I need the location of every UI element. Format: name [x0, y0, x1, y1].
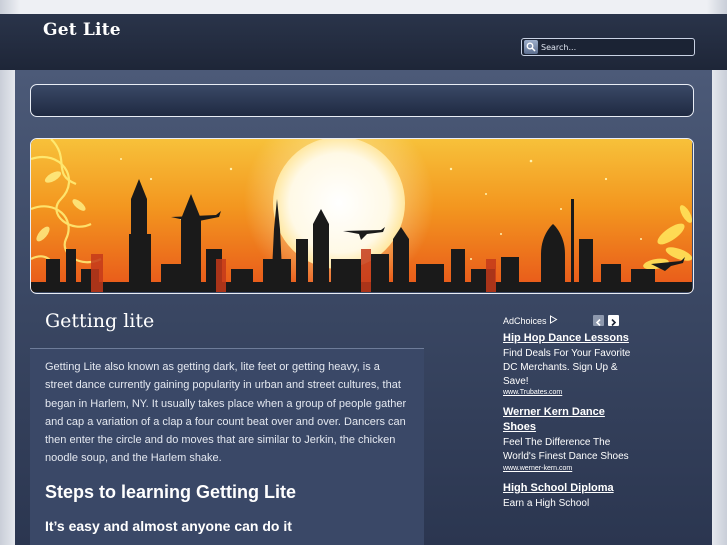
ad-description: Feel The Difference The World's Finest D…	[503, 437, 629, 463]
ad-url-link[interactable]: www.werner-kern.com	[503, 465, 633, 472]
page-title: Getting lite	[45, 310, 155, 332]
ad-item[interactable]: Hip Hop Dance Lessons Find Deals For You…	[503, 331, 633, 396]
ad-description: Earn a High School	[503, 497, 590, 509]
search-input[interactable]	[541, 42, 691, 52]
adchoices-icon[interactable]	[549, 315, 558, 326]
ad-list: Hip Hop Dance Lessons Find Deals For You…	[503, 331, 633, 520]
section-heading: Steps to learning Getting Lite	[45, 482, 297, 502]
ad-title-link[interactable]: Werner Kern Dance Shoes	[503, 405, 633, 435]
ad-title-link[interactable]: Hip Hop Dance Lessons	[503, 331, 633, 346]
search-box[interactable]	[521, 38, 695, 56]
chevron-left-icon[interactable]	[595, 311, 602, 330]
ad-url-link[interactable]: www.Trubates.com	[503, 389, 633, 396]
nav-bar	[30, 84, 694, 117]
search-icon[interactable]	[524, 40, 538, 54]
city-skyline-illustration	[31, 139, 692, 292]
adchoices-label[interactable]: AdChoices	[503, 316, 547, 326]
header-bar: Get Lite	[0, 14, 727, 70]
header-banner	[30, 138, 694, 294]
ad-sidebar: AdChoices Hip Hop Dance Lessons Find Dea…	[503, 312, 703, 545]
ad-item[interactable]: Werner Kern Dance Shoes Feel The Differe…	[503, 405, 633, 472]
adchoices-link[interactable]: AdChoices	[503, 315, 558, 326]
ad-prev-button[interactable]	[593, 315, 604, 327]
ad-title-link[interactable]: High School Diploma	[503, 481, 633, 496]
main-content: Getting lite Getting Lite also known as …	[30, 304, 424, 545]
site-title[interactable]: Get Lite	[43, 20, 121, 40]
ad-item[interactable]: High School Diploma Earn a High School	[503, 481, 633, 511]
article-body: Getting Lite also known as getting dark,…	[45, 361, 407, 465]
sub-heading: It’s easy and almost anyone can do it	[45, 518, 292, 534]
ad-description: Find Deals For Your Favorite DC Merchant…	[503, 348, 631, 387]
ad-next-button[interactable]	[608, 315, 619, 327]
chevron-right-icon[interactable]	[610, 311, 617, 330]
